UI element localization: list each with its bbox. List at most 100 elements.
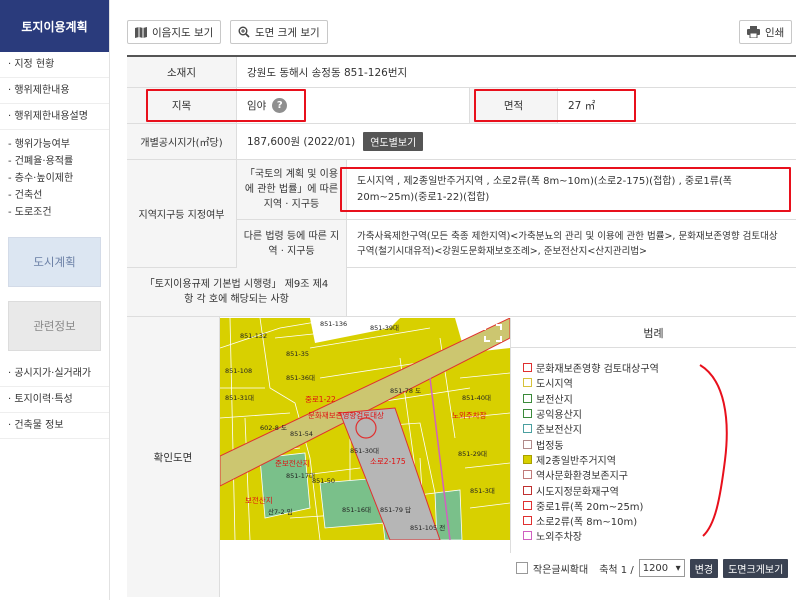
legend-item: 역사문화환경보존지구 <box>523 467 796 482</box>
zone-label: 노외주차장 <box>452 410 487 420</box>
sidebar-header[interactable]: 토지이용계획 <box>0 0 109 52</box>
sidebar-item-restrictions[interactable]: · 행위제한내용 <box>0 78 109 104</box>
legend-label: 법정동 <box>536 440 564 452</box>
printer-icon <box>747 26 760 38</box>
bracket-annotation <box>699 364 728 537</box>
sidebar-link-price[interactable]: · 공시지가·실거래가 <box>0 361 109 387</box>
row-price: 개별공시지가(㎡당) 187,600원 (2022/01) 연도별보기 <box>127 124 796 160</box>
legend-title: 범례 <box>511 318 796 348</box>
legend-label: 보전산지 <box>536 394 573 406</box>
parcel-label: 851-78 도 <box>390 387 421 395</box>
sidebar-submenu: - 행위가능여부 - 건폐율·용적률 - 층수·높이제한 - 건축선 - 도로조… <box>0 130 109 229</box>
zone-label: 중로1-22 <box>305 395 336 404</box>
sidebar-link-building[interactable]: · 건축물 정보 <box>0 413 109 439</box>
legend-swatch <box>523 531 532 541</box>
legend-item: 시도지정문화재구역 <box>523 482 796 498</box>
legend-label: 중로1류(폭 20m~25m) <box>536 501 644 513</box>
chevron-down-icon: ▾ <box>675 562 681 574</box>
parcel-label: 851-17대 <box>286 472 315 480</box>
row-category-area: 지목 임야 ? 면적 27 ㎡ <box>127 88 796 124</box>
legend-list: 문화재보존영향 검토대상구역 도시지역 보전산지 공익용산지 준보전산지 법정동 제2종일반… <box>511 348 796 544</box>
scale-select[interactable]: 1200 ▾ <box>638 559 685 577</box>
map-canvas: 851-35 851-39대 851-36대 851-31대 851-30대 8… <box>220 318 510 540</box>
legend-item: 소로2류(폭 8m~10m) <box>523 513 796 528</box>
parcel-label: 851-35 <box>286 350 309 358</box>
sidebar-links: · 공시지가·실거래가 · 토지이력·특성 · 건축물 정보 <box>0 361 109 439</box>
parcel-label: 851-108 <box>225 367 252 375</box>
parcel-label: 851-136 <box>320 320 347 328</box>
legend-swatch <box>523 470 532 480</box>
parcel-label: 851-39대 <box>370 324 399 332</box>
map-section-label: 확인도면 <box>127 317 220 597</box>
legend-label: 소로2류(폭 8m~10m) <box>536 517 638 529</box>
price-label: 개별공시지가(㎡당) <box>127 124 237 159</box>
parcel-label: 851-29대 <box>458 450 487 458</box>
sidebar-subitem-height[interactable]: - 층수·높이제한 <box>0 170 109 187</box>
law2-value: 가축사육제한구역(모든 축종 제한지역)<가축분뇨의 관리 및 이용에 관한 법… <box>357 231 778 257</box>
map-enlarge-footer-button[interactable]: 도면크게보기 <box>723 558 789 578</box>
parcel-label: 851-40대 <box>462 394 491 402</box>
parcel-label: 851-31대 <box>225 394 254 402</box>
location-label: 소재지 <box>127 57 237 87</box>
print-button[interactable]: 인쇄 <box>739 20 793 44</box>
row-zones: 지역지구등 지정여부 「국토의 계획 및 이용에 관한 법률」에 따른 지역 ·… <box>127 160 796 268</box>
land-info-table: 소재지 강원도 동해시 송정동 851-126번지 지목 임야 ? 면적 27 … <box>127 55 796 597</box>
zoom-icon <box>238 26 250 38</box>
map-icon <box>135 26 147 38</box>
legend-swatch <box>523 363 532 373</box>
legend-item: 법정동 <box>523 436 796 452</box>
legend-swatch <box>523 500 532 510</box>
sidebar-subitem-coverage[interactable]: - 건폐율·용적률 <box>0 153 109 170</box>
sidebar-menu: · 지정 현황 · 행위제한내용 · 행위제한내용설명 <box>0 52 109 130</box>
yearly-price-button[interactable]: 연도별보기 <box>363 132 424 151</box>
sidebar-item-designation[interactable]: · 지정 현황 <box>0 52 109 78</box>
fullscreen-icon[interactable] <box>484 324 502 342</box>
sidebar-subitem-road[interactable]: - 도로조건 <box>0 204 109 221</box>
legend-swatch <box>523 424 532 434</box>
legend-label: 문화재보존영향 검토대상구역 <box>536 364 659 376</box>
law2-label: 다른 법령 등에 따른 지역 · 지구등 <box>237 220 347 268</box>
small-text-label: 작은글씨확대 <box>533 564 589 576</box>
related-info-header: 관련정보 <box>8 301 101 351</box>
sidebar: 토지이용계획 · 지정 현황 · 행위제한내용 · 행위제한내용설명 - 행위가… <box>0 0 110 600</box>
zone-label: 소로2-175 <box>370 457 406 466</box>
legend-label: 시도지정문화재구역 <box>536 486 619 498</box>
scale-change-button[interactable]: 변경 <box>689 558 719 578</box>
legend-item: 중로1류(폭 20m~25m) <box>523 498 796 513</box>
zone-label: 준보전산지 <box>275 458 310 468</box>
map-enlarge-label: 도면 크게 보기 <box>255 26 320 39</box>
print-label: 인쇄 <box>765 26 785 39</box>
sidebar-subitem-allowed[interactable]: - 행위가능여부 <box>0 136 109 153</box>
city-plan-button[interactable]: 도시계획 <box>8 237 101 287</box>
map-view-button[interactable]: 이음지도 보기 <box>127 20 222 44</box>
legend-label: 역사문화환경보존지구 <box>536 471 628 483</box>
legend-swatch <box>523 378 532 388</box>
parcel-label: 851-50 <box>312 477 335 485</box>
sidebar-subitem-building-line[interactable]: - 건축선 <box>0 187 109 204</box>
row-location: 소재지 강원도 동해시 송정동 851-126번지 <box>127 57 796 88</box>
legend-label: 노외주차장 <box>536 532 582 544</box>
legend-item: 제2종일반주거지역 <box>523 452 796 467</box>
parcel-label: 602-8 도 <box>260 424 287 432</box>
zone-label: 지역지구등 지정여부 <box>127 160 237 267</box>
small-text-checkbox[interactable] <box>516 562 528 574</box>
legend-item: 문화재보존영향 검토대상구역 <box>523 360 796 375</box>
law1-value: 도시지역 , 제2종일반주거지역 , 소로2류(폭 8m~10m)(소로2-17… <box>347 160 796 220</box>
parcel-label: 851-3대 <box>470 487 495 495</box>
legend-swatch <box>523 393 532 403</box>
legend-item: 공익용산지 <box>523 406 796 421</box>
legend-label: 도시지역 <box>536 379 573 391</box>
legend-swatch <box>523 454 532 464</box>
legend-item: 도시지역 <box>523 375 796 390</box>
row-enforcement: 「토지이용규제 기본법 시행령」 제9조 제4항 각 호에 해당되는 사항 <box>127 268 796 317</box>
legend-item: 보전산지 <box>523 391 796 406</box>
map-enlarge-button[interactable]: 도면 크게 보기 <box>230 20 328 44</box>
sidebar-link-history[interactable]: · 토지이력·특성 <box>0 387 109 413</box>
land-category-label: 지목 <box>127 88 237 123</box>
legend-label: 공익용산지 <box>536 410 582 422</box>
map-controls: 작은글씨확대 축척 1 / 1200 ▾ 변경 도면크게보기 <box>510 555 796 581</box>
land-map[interactable]: 851-35 851-39대 851-36대 851-31대 851-30대 8… <box>220 318 510 540</box>
help-icon[interactable]: ? <box>272 98 288 113</box>
enforcement-label: 「토지이용규제 기본법 시행령」 제9조 제4항 각 호에 해당되는 사항 <box>127 268 347 316</box>
sidebar-item-restriction-desc[interactable]: · 행위제한내용설명 <box>0 104 109 130</box>
